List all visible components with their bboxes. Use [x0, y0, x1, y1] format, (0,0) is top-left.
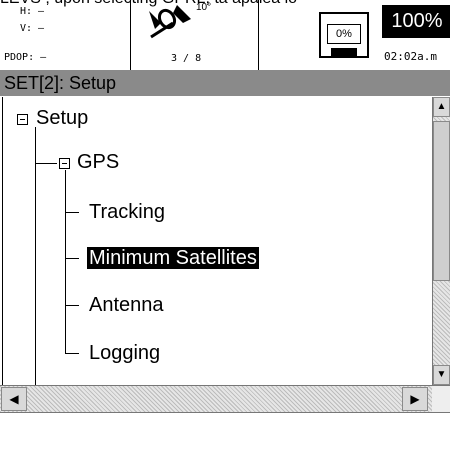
status-divider — [130, 0, 131, 70]
tree-item-logging[interactable]: Logging — [89, 342, 160, 365]
satellite-degree: 10° — [196, 2, 212, 13]
status-bar: H: – V: – PDOP: – 10° 3 / 8 0% 100% 02:0… — [0, 0, 450, 71]
arrow-left-icon[interactable]: ◀ — [1, 387, 27, 411]
satellite-icon — [147, 3, 193, 44]
v-readout: V: – — [20, 23, 45, 34]
tree-connector — [65, 258, 79, 259]
tree-connector — [65, 212, 79, 213]
floppy-disk-icon: 0% — [319, 12, 369, 58]
h-readout: H: – — [20, 6, 45, 17]
setup-tree[interactable]: Setup GPS Tracking Minimum Satellites An… — [2, 97, 433, 385]
clock: 02:02a.m — [384, 50, 437, 63]
arrow-down-icon[interactable]: ▼ — [433, 365, 450, 385]
tree-minus-icon[interactable] — [17, 114, 28, 125]
satellite-count: 3 / 8 — [171, 53, 202, 64]
tree-item-setup[interactable]: Setup — [36, 107, 88, 130]
tree-connector — [35, 163, 57, 164]
tree-item-tracking[interactable]: Tracking — [89, 201, 165, 224]
tree-item-label: Setup — [36, 107, 89, 129]
tree-item-label: Logging — [89, 342, 161, 364]
status-divider — [258, 0, 259, 70]
tree-minus-icon[interactable] — [59, 158, 70, 169]
arrow-up-icon[interactable]: ▲ — [433, 97, 450, 117]
storage-percent: 0% — [327, 24, 361, 44]
tree-item-label: Antenna — [89, 294, 164, 316]
tree-item-label: GPS — [77, 151, 120, 173]
tree-item-label: Minimum Satellites — [87, 247, 259, 269]
tree-item-minimum-satellites[interactable]: Minimum Satellites — [87, 247, 259, 270]
tree-connector — [65, 170, 66, 353]
tree-item-gps[interactable]: GPS — [77, 151, 119, 174]
battery-icon: 100% — [382, 5, 450, 38]
pdop-readout: PDOP: – — [4, 52, 47, 63]
window-title: SET[2]: Setup — [0, 70, 450, 96]
disk-slot — [331, 48, 357, 56]
horizontal-scrollbar[interactable]: ◀ ▶ — [0, 385, 432, 413]
tree-connector — [35, 127, 36, 385]
scrollbar-corner — [432, 385, 450, 413]
tree-connector — [65, 353, 79, 354]
tree-item-antenna[interactable]: Antenna — [89, 294, 164, 317]
tree-item-label: Tracking — [89, 201, 165, 223]
tree-connector — [65, 305, 79, 306]
vertical-scroll-thumb[interactable] — [433, 121, 450, 281]
battery-percent: 100% — [391, 10, 443, 32]
vertical-scrollbar[interactable]: ▲ ▼ — [432, 97, 450, 385]
arrow-right-icon[interactable]: ▶ — [402, 387, 428, 411]
